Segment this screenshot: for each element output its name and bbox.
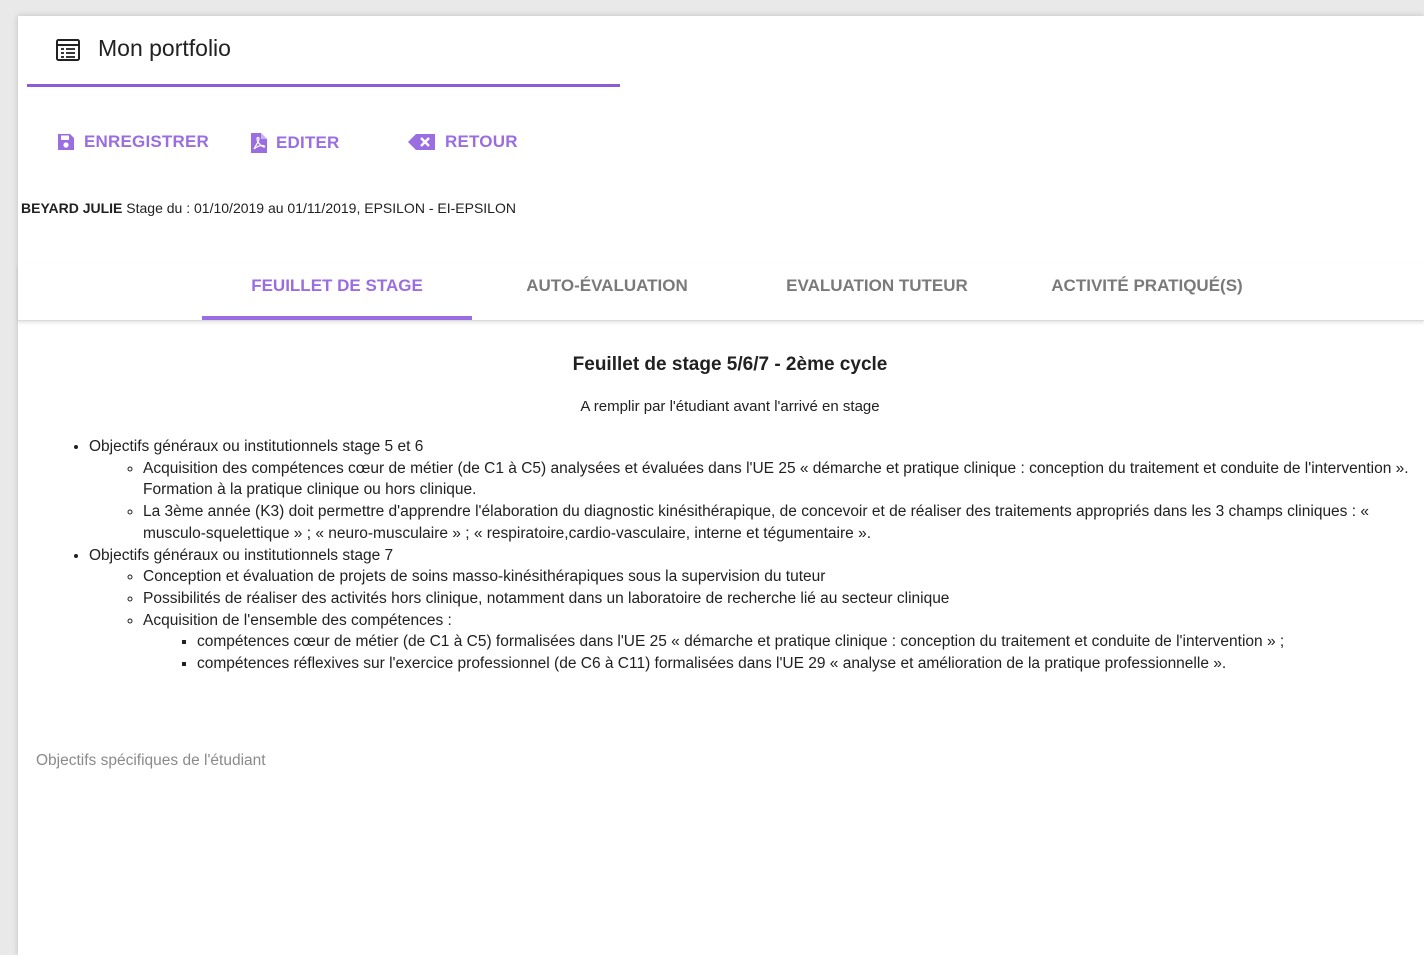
list-item: Possibilités de réaliser des activités h…: [143, 588, 1418, 610]
back-button-label: RETOUR: [445, 132, 518, 151]
objective-heading: Objectifs généraux ou institutionnels st…: [89, 438, 424, 455]
back-button[interactable]: RETOUR: [407, 132, 518, 152]
list-item: La 3ème année (K3) doit permettre d'appr…: [143, 501, 1418, 544]
list-item: compétences réflexives sur l'exercice pr…: [197, 653, 1418, 675]
portfolio-icon: [56, 39, 80, 61]
specific-objectives-field[interactable]: Objectifs spécifiques de l'étudiant: [36, 752, 266, 770]
tab-feuillet-de-stage[interactable]: FEUILLET DE STAGE: [202, 264, 472, 320]
edit-button[interactable]: EDITER: [250, 132, 340, 154]
pdf-file-icon: [251, 133, 267, 153]
save-icon: [58, 134, 74, 150]
backspace-icon: [408, 134, 435, 150]
sheet-subtitle: A remplir par l'étudiant avant l'arrivé …: [580, 398, 880, 415]
portfolio-card: Mon portfolio ENREGISTRER EDITER RETOUR …: [18, 16, 1424, 955]
edit-button-label: EDITER: [276, 133, 340, 152]
list-item: Objectifs généraux ou institutionnels st…: [89, 545, 1418, 675]
tab-auto-evaluation[interactable]: AUTO-ÉVALUATION: [472, 264, 742, 316]
tab-bar: FEUILLET DE STAGE AUTO-ÉVALUATION EVALUA…: [18, 264, 1424, 321]
sheet-title: Feuillet de stage 5/6/7 - 2ème cycle: [572, 354, 888, 375]
page-header: Mon portfolio: [27, 16, 620, 87]
list-item: compétences cœur de métier (de C1 à C5) …: [197, 631, 1418, 653]
objectives-list: Objectifs généraux ou institutionnels st…: [18, 436, 1418, 675]
page-title: Mon portfolio: [98, 35, 231, 61]
tab-activite-pratiquee[interactable]: ACTIVITÉ PRATIQUÉ(S): [1012, 264, 1282, 316]
student-name: BEYARD JULIE: [21, 200, 123, 216]
list-item-text: Acquisition de l'ensemble des compétence…: [143, 611, 452, 629]
list-item: Acquisition des compétences cœur de méti…: [143, 458, 1418, 501]
internship-info: BEYARD JULIE Stage du : 01/10/2019 au 01…: [21, 200, 516, 216]
objective-heading: Objectifs généraux ou institutionnels st…: [89, 546, 394, 564]
list-item: Acquisition de l'ensemble des compétence…: [143, 610, 1418, 675]
tab-evaluation-tuteur[interactable]: EVALUATION TUTEUR: [742, 264, 1012, 316]
save-button[interactable]: ENREGISTRER: [56, 132, 209, 152]
internship-details: Stage du : 01/10/2019 au 01/11/2019, EPS…: [126, 200, 516, 216]
list-item: Objectifs généraux ou institutionnels st…: [89, 436, 1418, 545]
save-button-label: ENREGISTRER: [84, 132, 209, 151]
list-item: Conception et évaluation de projets de s…: [143, 566, 1418, 588]
